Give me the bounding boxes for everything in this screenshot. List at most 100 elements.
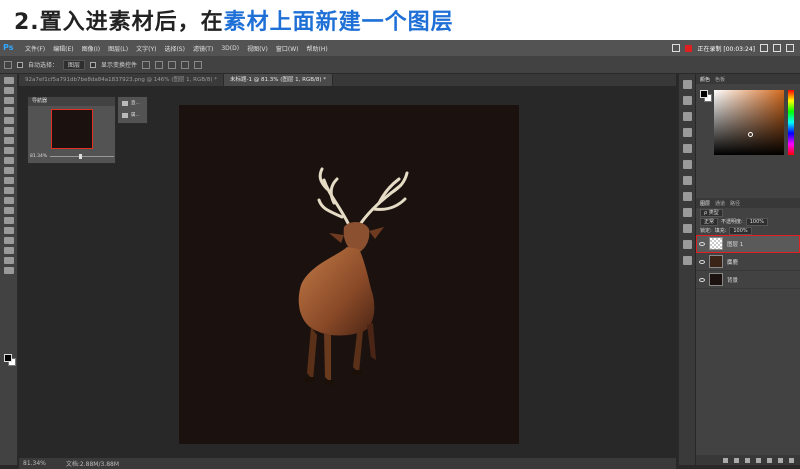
new-layer-icon[interactable] — [778, 457, 783, 463]
adjustment-layer-icon[interactable] — [756, 457, 761, 463]
tab-source-png[interactable]: 92a7ef1cf5a791db7be8da84a1837923.png @ 1… — [19, 74, 225, 86]
trash-icon[interactable] — [789, 457, 794, 463]
channels-icon[interactable] — [683, 224, 692, 233]
minimize-icon[interactable] — [773, 44, 781, 52]
menu-view[interactable]: 视图(V) — [243, 44, 272, 53]
fx-icon[interactable] — [734, 457, 739, 463]
tab-paths[interactable]: 路径 — [730, 200, 740, 207]
paragraph-icon[interactable] — [683, 144, 692, 153]
eyedropper-icon[interactable] — [4, 127, 14, 134]
menu-image[interactable]: 图像(I) — [78, 44, 104, 53]
timeline-icon[interactable] — [683, 256, 692, 265]
crop-icon[interactable] — [4, 117, 14, 124]
quick-select-icon[interactable] — [4, 107, 14, 114]
type-icon[interactable] — [4, 227, 14, 234]
navigator-slider[interactable] — [50, 154, 114, 159]
record-icon[interactable] — [685, 44, 693, 52]
align-right-icon[interactable] — [168, 60, 177, 69]
character-icon[interactable] — [683, 128, 692, 137]
layer-name[interactable]: 麋鹿 — [727, 258, 738, 266]
blend-mode-select[interactable]: 正常 — [700, 217, 719, 226]
eye-icon[interactable] — [699, 277, 705, 282]
navigator-thumbnail[interactable] — [51, 109, 93, 149]
layer-row-background[interactable]: 背景 — [696, 271, 800, 289]
brush-panel-icon[interactable] — [683, 160, 692, 169]
foreground-color[interactable] — [4, 354, 12, 362]
camera-icon[interactable] — [760, 44, 768, 52]
adjustments-icon[interactable] — [683, 176, 692, 185]
histogram-icon — [122, 100, 128, 106]
close-icon[interactable] — [786, 44, 794, 52]
navigator-knob[interactable] — [78, 154, 82, 159]
history-brush-icon[interactable] — [4, 167, 14, 174]
rectangle-icon[interactable] — [4, 247, 14, 254]
dodge-icon[interactable] — [4, 207, 14, 214]
brush-icon[interactable] — [4, 147, 14, 154]
gradient-icon[interactable] — [4, 187, 14, 194]
hue-slider[interactable] — [788, 90, 794, 155]
tab-untitled[interactable]: 未标题-1 @ 81.3% (图层 1, RGB/8) * — [224, 74, 333, 86]
group-icon[interactable] — [767, 457, 772, 463]
layer-name[interactable]: 背景 — [727, 276, 738, 284]
link-icon[interactable] — [723, 457, 728, 463]
styles-icon[interactable] — [683, 192, 692, 201]
window-icon[interactable] — [672, 44, 681, 52]
layer-kind-filter[interactable]: ρ 类型 — [700, 208, 723, 217]
mask-icon[interactable] — [745, 457, 750, 463]
lasso-icon[interactable] — [4, 97, 14, 104]
color-swatches[interactable] — [4, 354, 16, 366]
fill-input[interactable]: 100% — [729, 226, 752, 235]
paths-icon[interactable] — [683, 208, 692, 217]
info-icon[interactable] — [683, 112, 692, 121]
path-select-icon[interactable] — [4, 237, 14, 244]
menu-help[interactable]: 帮助(H) — [303, 44, 332, 53]
auto-select-checkbox[interactable] — [17, 61, 23, 68]
color-field[interactable] — [714, 90, 784, 155]
healing-brush-icon[interactable] — [4, 137, 14, 144]
mini-item-properties[interactable]: 属... — [118, 109, 147, 121]
align-left-icon[interactable] — [142, 60, 151, 69]
menu-type[interactable]: 文字(Y) — [132, 44, 160, 53]
3d-mode-icon[interactable] — [194, 60, 203, 69]
tab-color[interactable]: 颜色 — [700, 76, 710, 83]
tab-swatches[interactable]: 色板 — [715, 76, 725, 83]
actions-icon[interactable] — [683, 96, 692, 105]
menu-bar: Ps 文件(F) 编辑(E) 图像(I) 图层(L) 文字(Y) 选择(S) 滤… — [0, 40, 800, 56]
history-icon[interactable] — [683, 80, 692, 89]
pen-icon[interactable] — [4, 217, 14, 224]
menu-file[interactable]: 文件(F) — [21, 44, 49, 53]
distribute-icon[interactable] — [181, 60, 190, 69]
document-canvas[interactable] — [179, 105, 519, 444]
tab-layers[interactable]: 图层 — [700, 200, 710, 207]
menu-select[interactable]: 选择(S) — [160, 44, 189, 53]
menu-layer[interactable]: 图层(L) — [104, 44, 132, 53]
clone-stamp-icon[interactable] — [4, 157, 14, 164]
move-icon[interactable] — [4, 77, 14, 84]
eye-icon[interactable] — [699, 241, 705, 246]
hand-icon[interactable] — [4, 257, 14, 264]
menu-window[interactable]: 窗口(W) — [272, 44, 303, 53]
menu-3d[interactable]: 3D(D) — [217, 45, 243, 52]
layer-comps-icon[interactable] — [683, 240, 692, 249]
navigator-zoom[interactable]: 81.34% — [30, 154, 47, 159]
foreground-swatch[interactable] — [700, 90, 708, 98]
tab-channels[interactable]: 通道 — [715, 200, 725, 207]
menu-filter[interactable]: 滤镜(T) — [189, 44, 217, 53]
status-zoom[interactable]: 81.34% — [23, 460, 46, 467]
blur-icon[interactable] — [4, 197, 14, 204]
layer-row-deer[interactable]: 麋鹿 — [696, 253, 800, 271]
move-tool-icon[interactable] — [4, 60, 12, 69]
auto-select-target[interactable]: 图层 — [63, 59, 86, 70]
marquee-icon[interactable] — [4, 87, 14, 94]
mini-item-histogram[interactable]: 直... — [118, 97, 147, 109]
opacity-input[interactable]: 100% — [745, 217, 768, 226]
layer-name[interactable]: 图层 1 — [727, 240, 743, 248]
menu-edit[interactable]: 编辑(E) — [49, 44, 77, 53]
align-center-icon[interactable] — [155, 60, 164, 69]
transform-checkbox[interactable] — [90, 61, 97, 68]
eraser-icon[interactable] — [4, 177, 14, 184]
eye-icon[interactable] — [699, 259, 705, 264]
layer-row-layer1[interactable]: 图层 1 — [696, 235, 800, 253]
zoom-icon[interactable] — [4, 267, 14, 274]
color-picker-ring[interactable] — [748, 132, 753, 137]
